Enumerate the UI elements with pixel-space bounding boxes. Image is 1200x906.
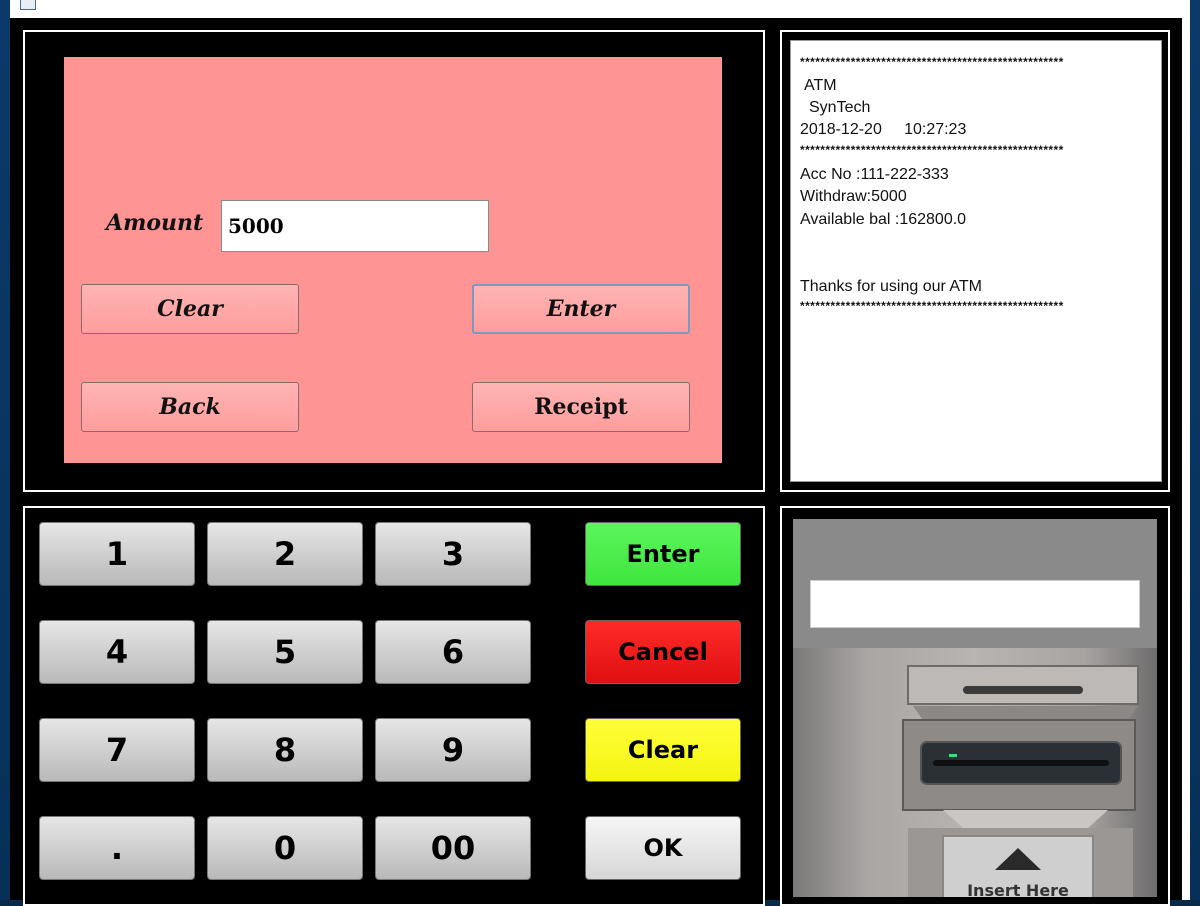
- clear-button[interactable]: Clear: [81, 284, 299, 334]
- amount-label: Amount: [106, 210, 204, 236]
- key-8[interactable]: 8: [207, 718, 363, 782]
- key-0[interactable]: 0: [207, 816, 363, 880]
- card-slot-image: Insert Here: [793, 648, 1157, 897]
- key-3[interactable]: 3: [375, 522, 531, 586]
- keypad-ok-button[interactable]: OK: [585, 816, 741, 880]
- card-number-input[interactable]: [810, 580, 1140, 628]
- key-2[interactable]: 2: [207, 522, 363, 586]
- key-4[interactable]: 4: [39, 620, 195, 684]
- receipt-separator-bottom: ****************************************…: [800, 299, 1064, 313]
- receipt-line-bank: SynTech: [809, 99, 871, 116]
- key-1[interactable]: 1: [39, 522, 195, 586]
- atm-screen: Amount Clear Enter Back Receipt: [64, 57, 722, 463]
- insert-here-caption: Insert Here: [967, 881, 1069, 897]
- key-6[interactable]: 6: [375, 620, 531, 684]
- card-slot-illustration: Insert Here: [902, 665, 1139, 897]
- key-dot[interactable]: .: [39, 816, 195, 880]
- receipt-line-withdraw: Withdraw:5000: [800, 188, 907, 205]
- desktop-edge-right: [1190, 0, 1200, 900]
- window-app-icon: [20, 0, 36, 10]
- key-7[interactable]: 7: [39, 718, 195, 782]
- receipt-line-account: Acc No :111-222-333: [800, 166, 949, 183]
- desktop-edge-left: [0, 0, 10, 900]
- enter-button[interactable]: Enter: [472, 284, 690, 334]
- keypad-cancel-button[interactable]: Cancel: [585, 620, 741, 684]
- atm-window: Amount Clear Enter Back Receipt ********…: [10, 0, 1190, 906]
- card-reader-area: Insert Here: [793, 519, 1157, 897]
- key-5[interactable]: 5: [207, 620, 363, 684]
- key-00[interactable]: 00: [375, 816, 531, 880]
- receipt-separator-mid: ****************************************…: [800, 143, 1064, 157]
- receipt-line-thanks: Thanks for using our ATM: [800, 278, 982, 295]
- keypad-enter-button[interactable]: Enter: [585, 522, 741, 586]
- window-titlebar[interactable]: [10, 0, 1190, 18]
- receipt-line-balance: Available bal :162800.0: [800, 211, 967, 228]
- receipt-button[interactable]: Receipt: [472, 382, 690, 432]
- receipt-separator-top: ****************************************…: [800, 55, 1064, 69]
- receipt-line-datetime: 2018-12-20 10:27:23: [800, 121, 967, 138]
- key-9[interactable]: 9: [375, 718, 531, 782]
- keypad-clear-button[interactable]: Clear: [585, 718, 741, 782]
- amount-input[interactable]: [221, 200, 489, 252]
- receipt-paper: ****************************************…: [790, 40, 1162, 482]
- receipt-line-atm: ATM: [804, 77, 837, 94]
- back-button[interactable]: Back: [81, 382, 299, 432]
